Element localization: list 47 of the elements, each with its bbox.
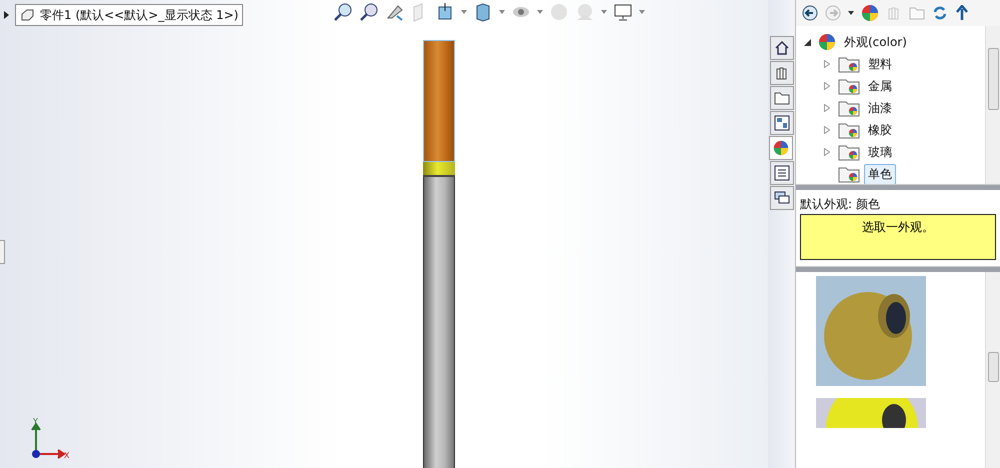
tree-item[interactable]: 外观(color) [840, 32, 911, 52]
sphere-preview[interactable] [816, 276, 926, 386]
task-pane-tab[interactable] [770, 86, 794, 110]
appearance-icon [861, 4, 879, 22]
message-box: 选取一外观。 [800, 214, 996, 260]
tree-item[interactable]: 金属 [864, 76, 896, 96]
tree-item[interactable]: 橡胶 [864, 120, 896, 140]
back-icon[interactable] [802, 5, 818, 21]
task-pane-tab[interactable] [770, 186, 794, 210]
task-pane-tab[interactable] [770, 161, 794, 185]
task-pane-tab[interactable] [770, 36, 794, 60]
appearance-folder-icon [838, 77, 860, 95]
list-icon [774, 165, 790, 181]
folder-icon [774, 91, 790, 105]
tree-item[interactable]: 油漆 [864, 98, 896, 118]
expand-arrow[interactable] [4, 11, 9, 19]
panel-handle[interactable] [0, 240, 5, 264]
scrollbar[interactable] [985, 272, 1000, 468]
appearance-icon [773, 140, 789, 156]
default-appearance-label: 默认外观: 颜色 [799, 196, 881, 213]
zoom-fit-icon[interactable] [333, 2, 353, 22]
layout-icon [774, 115, 790, 131]
appearance-folder-icon [838, 165, 860, 183]
part-icon [20, 8, 36, 22]
appearance-folder-icon [838, 121, 860, 139]
sphere-preview[interactable] [816, 398, 926, 428]
part-title[interactable]: 零件1 (默认<<默认>_显示状态 1>) [15, 4, 244, 26]
tree-item[interactable]: 玻璃 [864, 142, 896, 162]
refresh-icon[interactable] [932, 5, 948, 21]
appearance-folder-icon [838, 143, 860, 161]
appearance-folder-icon [838, 99, 860, 117]
caret-icon[interactable] [848, 11, 854, 15]
tree-expander[interactable] [804, 37, 814, 47]
tree-item[interactable]: 单色 [864, 164, 896, 184]
task-pane-tab[interactable] [770, 61, 794, 85]
up-arrow-icon[interactable] [955, 5, 969, 21]
task-pane-tab[interactable] [770, 111, 794, 135]
tree-item[interactable]: 塑料 [864, 54, 896, 74]
zoom-area-icon[interactable] [359, 2, 379, 22]
chat-icon [774, 191, 790, 205]
appearance-icon [818, 33, 836, 51]
scrollbar[interactable] [985, 26, 1000, 184]
home-icon [774, 40, 790, 56]
task-pane-tab[interactable] [769, 136, 793, 160]
appearance-folder-icon [838, 55, 860, 73]
monitor-icon[interactable] [613, 2, 633, 22]
part-name: 零件1 (默认<<默认>_显示状态 1>) [40, 6, 238, 24]
